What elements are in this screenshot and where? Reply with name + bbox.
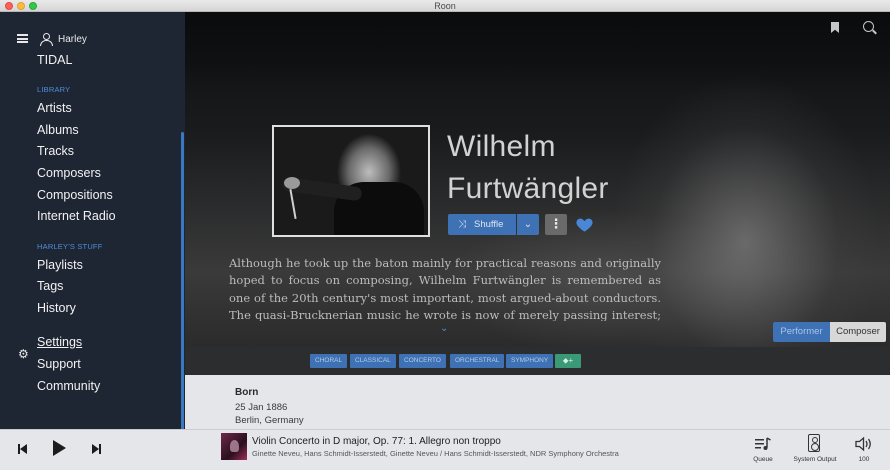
shuffle-options-button[interactable]: ⌄ [517,214,539,235]
genre-tag[interactable]: SYMPHONY [506,354,554,368]
now-playing-album-art[interactable] [221,433,247,460]
user-icon[interactable] [40,33,53,46]
queue-icon[interactable] [754,436,772,452]
window-titlebar: Roon [0,0,890,12]
sidebar-item-tags[interactable]: Tags [37,279,63,293]
sidebar-item-tracks[interactable]: Tracks [37,144,74,158]
sidebar: Harley TIDAL LIBRARY Artists Albums Trac… [0,12,185,437]
genre-tag[interactable]: ORCHESTRAL [450,354,505,368]
gear-icon: ⚙ [18,347,29,361]
genre-tag[interactable]: CONCERTO [399,354,446,368]
role-composer-button[interactable]: Composer [830,322,886,342]
sidebar-item-settings[interactable]: Settings [37,335,82,349]
heart-icon[interactable] [575,215,594,234]
sidebar-item-internet-radio[interactable]: Internet Radio [37,209,116,223]
window-title: Roon [434,1,456,11]
role-performer-button[interactable]: Performer [773,322,830,342]
genre-tag[interactable]: CHORAL [310,354,348,368]
sidebar-item-tidal[interactable]: TIDAL [37,53,72,67]
shuffle-icon: ⤨ [458,219,466,230]
add-tag-button[interactable]: ⬥+ [555,354,581,368]
sidebar-item-compositions[interactable]: Compositions [37,188,113,202]
hamburger-icon[interactable] [17,34,28,43]
sidebar-item-composers[interactable]: Composers [37,166,101,180]
output-zone-label[interactable]: System Output [789,456,841,463]
harleys-stuff-heading: HARLEY'S STUFF [37,242,103,251]
artist-name: Wilhelm Furtwängler [447,130,609,205]
more-icon: ⋮ [549,216,563,231]
sidebar-item-history[interactable]: History [37,301,76,315]
sidebar-item-community[interactable]: Community [37,379,100,393]
chevron-down-icon: ⌄ [523,219,533,230]
born-date: 25 Jan 1886 [235,402,288,413]
volume-level[interactable]: 100 [854,456,874,463]
next-icon[interactable] [92,443,102,455]
sidebar-scrollbar[interactable] [181,132,184,437]
player-bar: Violin Concerto in D major, Op. 77: 1. A… [0,429,890,470]
expand-bio-chevron-icon[interactable]: ⌄ [440,323,448,334]
shuffle-button[interactable]: ⤨ Shuffle [448,214,516,235]
artist-biography: Although he took up the baton mainly for… [229,256,661,321]
born-place: Berlin, Germany [235,415,304,426]
now-playing-title[interactable]: Violin Concerto in D major, Op. 77: 1. A… [252,436,501,447]
genre-tag[interactable]: CLASSICAL [350,354,396,368]
search-icon[interactable] [863,21,874,32]
sidebar-item-support[interactable]: Support [37,357,81,371]
previous-icon[interactable] [18,443,28,455]
more-options-button[interactable]: ⋮ [545,214,567,235]
volume-icon[interactable] [855,436,873,452]
profile-name[interactable]: Harley [58,34,87,45]
artist-page: Wilhelm Furtwängler ⤨ Shuffle ⌄ ⋮ Althou… [185,12,890,429]
born-label: Born [235,387,259,398]
play-icon[interactable] [53,440,66,456]
role-toggle: Performer Composer [773,322,886,342]
speaker-output-icon[interactable] [808,434,820,452]
artist-portrait [272,125,430,237]
sidebar-item-albums[interactable]: Albums [37,123,79,137]
sidebar-item-playlists[interactable]: Playlists [37,258,83,272]
sidebar-item-artists[interactable]: Artists [37,101,72,115]
queue-label[interactable]: Queue [751,456,775,463]
library-heading: LIBRARY [37,85,71,94]
artist-details: Born 25 Jan 1886 Berlin, Germany [185,375,890,429]
genre-tag-strip: CHORAL CLASSICAL CONCERTO ORCHESTRAL SYM… [185,347,890,375]
now-playing-artists[interactable]: Ginette Neveu, Hans Schmidt-Isserstedt, … [252,449,619,458]
